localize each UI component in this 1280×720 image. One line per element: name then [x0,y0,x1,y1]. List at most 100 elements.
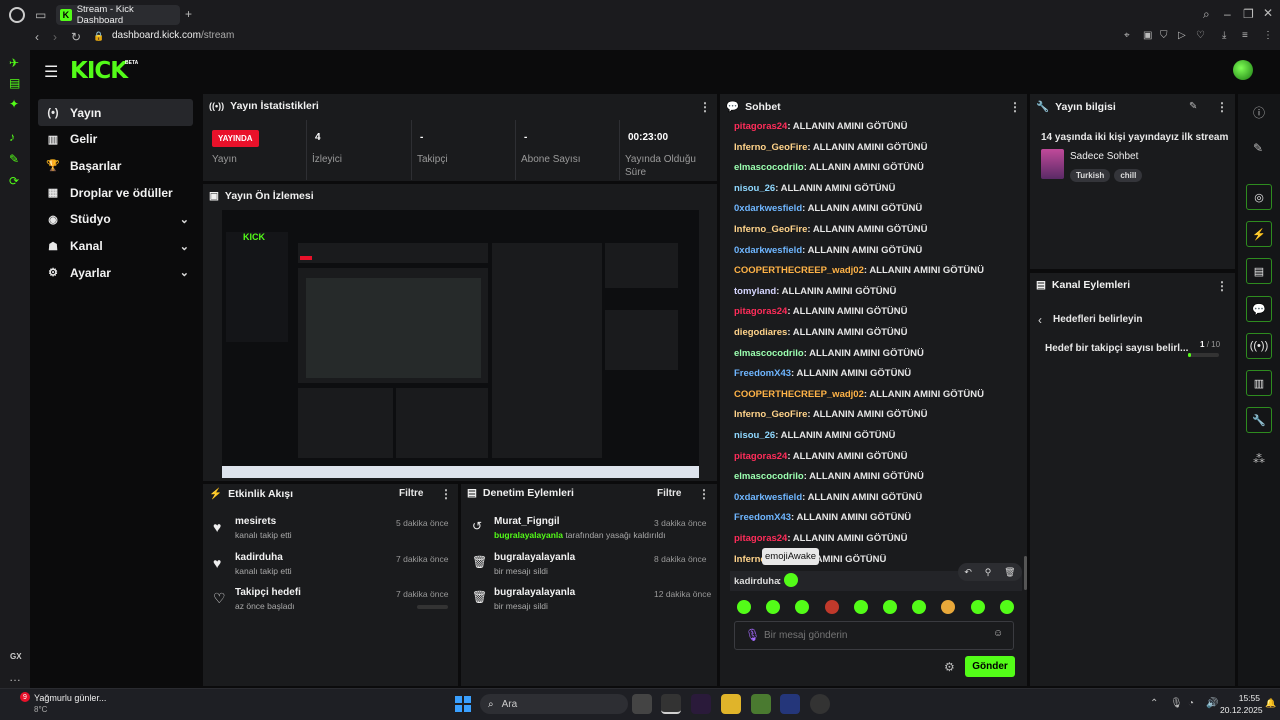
nav-item-5[interactable]: ☗ Kanal ⌄ [38,233,193,260]
gx-hot-icon[interactable]: ✦ [9,97,19,111]
user-avatar[interactable] [1233,60,1253,80]
tray-mic-icon[interactable]: 🎙 [1170,698,1183,709]
download-icon[interactable]: ⤓ [1222,30,1226,41]
new-tab-icon[interactable]: + [185,7,192,21]
nav-item-1[interactable]: ▥ Gelir [38,126,193,153]
task-view-icon[interactable] [632,694,652,714]
channel-actions-menu-icon[interactable]: ⋮ [1216,279,1228,293]
windows-start-icon[interactable] [455,696,471,712]
moderation-menu-icon[interactable]: ⋮ [698,487,710,501]
emote-icon[interactable] [737,600,751,614]
app-taskbar-icon[interactable] [691,694,711,714]
chevron-down-icon[interactable]: ⌄ [180,213,189,226]
chevron-down-icon[interactable]: ⌄ [180,266,189,279]
rail-wrench-icon[interactable]: 🔧 [1246,407,1272,433]
activity-item[interactable]: mesirets kanalı takip etti [235,516,292,540]
emote-icon[interactable] [853,600,868,614]
edit-icon[interactable]: ✎ [1189,101,1197,112]
obs-icon[interactable] [810,694,830,714]
goal-label[interactable]: Hedef bir takipçi sayısı belirl... [1045,343,1188,354]
notification-icon[interactable]: 🔔 [1265,698,1276,709]
tray-chevron-icon[interactable]: ⌃ [1150,698,1158,709]
chat-username[interactable]: nisou_26 [734,183,775,194]
browser-tab[interactable]: K Stream - Kick Dashboard [56,4,180,26]
emoji-awake-icon[interactable] [784,573,798,587]
chat-username[interactable]: elmascocodrilo [734,471,804,482]
chat-username[interactable]: tomyland [734,286,776,297]
file-explorer-icon[interactable] [721,694,741,714]
activity-item[interactable]: Takipçi hedefi az önce başladı [235,587,301,611]
player-icon[interactable]: ▷ [1178,30,1186,41]
chat-username[interactable]: COOPERTHECREEP_wadj02 [734,389,864,400]
workspace-icon[interactable]: ▭ [35,8,46,22]
stats-menu-icon[interactable]: ⋮ [699,100,711,114]
activity-item[interactable]: kadirduha kanalı takip etti [235,552,292,576]
hamburger-menu-icon[interactable]: ☰ [44,62,58,82]
emote-icon[interactable] [883,600,897,614]
clock-time[interactable]: 15:55 [1220,693,1260,703]
nav-item-3[interactable]: ▦ Droplar ve ödüller [38,179,193,206]
weather-title[interactable]: Yağmurlu günler... [34,693,106,703]
microphone-icon[interactable]: 🎙 [745,628,760,642]
category-name[interactable]: Sadece Sohbet [1070,151,1138,162]
shield-icon[interactable]: ⛉ [1160,30,1168,41]
tag[interactable]: chill [1114,169,1143,182]
nav-item-2[interactable]: 🏆 Başarılar [38,152,193,179]
chat-input[interactable] [764,627,984,643]
send-button[interactable]: Gönder [965,656,1015,677]
chat-username[interactable]: 0xdarkwesfield [734,245,802,256]
chat-username[interactable]: diegodiares [734,327,787,338]
category-thumbnail[interactable] [1041,149,1064,179]
pencil-icon[interactable]: ✎ [1253,141,1263,155]
emote-icon[interactable] [999,600,1014,614]
gx-player-icon[interactable]: ♪ [9,130,15,144]
chat-last-user[interactable]: kadirduha [734,576,779,587]
pin-message-icon[interactable]: ⚲ [985,567,992,578]
moderation-item[interactable]: Murat_Figngil bugralayalayanla tarafından… [494,516,666,540]
reply-icon[interactable]: ↶ [964,567,972,578]
rail-chat-icon[interactable]: 💬 [1246,296,1272,322]
heart-icon[interactable]: ♡ [1196,30,1205,41]
maximize-icon[interactable]: ❐ [1243,7,1254,21]
moderation-actor[interactable]: bugralayalayanla [494,530,563,540]
stream-preview-video[interactable]: KICK [222,210,699,478]
rail-camera-icon[interactable]: ◎ [1246,184,1272,210]
menu-icon[interactable]: ≡ [1242,30,1248,41]
back-chevron-icon[interactable]: ‹ [1038,313,1042,327]
chat-username[interactable]: pitagoras24 [734,451,787,462]
chat-username[interactable]: elmascocodrilo [734,162,804,173]
rail-broadcast-icon[interactable]: ((•)) [1246,333,1272,359]
back-icon[interactable]: ‹ [35,30,39,44]
stream-info-menu-icon[interactable]: ⋮ [1216,100,1228,114]
chat-username[interactable]: Inferno_GeoFire [734,409,807,420]
chat-username[interactable]: FreedomX43 [734,512,791,523]
rail-moderation-icon[interactable]: ▥ [1246,370,1272,396]
activity-menu-icon[interactable]: ⋮ [440,487,452,501]
search-tabs-icon[interactable]: ⌕ [1203,7,1210,22]
opera-gx-taskbar-icon[interactable] [661,694,681,714]
rail-lightning-icon[interactable]: ⚡ [1246,221,1272,247]
chat-settings-icon[interactable]: ⚙ [944,660,955,674]
info-icon[interactable]: ⓘ [1253,104,1265,121]
chat-username[interactable]: 0xdarkwesfield [734,492,802,503]
nav-item-4[interactable]: ◉ Stüdyo ⌄ [38,206,193,233]
menu-dots-icon[interactable]: ⋮ [1263,30,1273,41]
reload-icon[interactable]: ↻ [71,30,81,44]
chat-username[interactable]: pitagoras24 [734,121,787,132]
url-field[interactable]: dashboard.kick.com/stream [112,30,234,41]
tag[interactable]: Turkish [1070,169,1111,182]
snapshot-icon[interactable]: ▣ [1143,30,1152,41]
chat-username[interactable]: Inferno_GeoFire [734,142,807,153]
goals-back-label[interactable]: Hedefleri belirleyin [1053,314,1142,325]
emote-icon[interactable] [970,600,985,614]
nav-item-0[interactable]: (•) Yayın [38,99,193,126]
rail-add-widget-icon[interactable]: ⁂ [1253,452,1265,466]
chat-username[interactable]: Inferno_GeoFire [734,224,807,235]
gx-more-icon[interactable]: … [9,670,21,684]
rail-document-icon[interactable]: ▤ [1246,258,1272,284]
chat-username[interactable]: nisou_26 [734,430,775,441]
gx-history-icon[interactable]: ⟳ [9,174,19,188]
activity-filter-button[interactable]: Filtre [399,488,423,499]
pin-icon[interactable]: ⌖ [1124,30,1130,41]
moderation-item[interactable]: bugralayalayanla bir mesajı sildi [494,587,575,611]
